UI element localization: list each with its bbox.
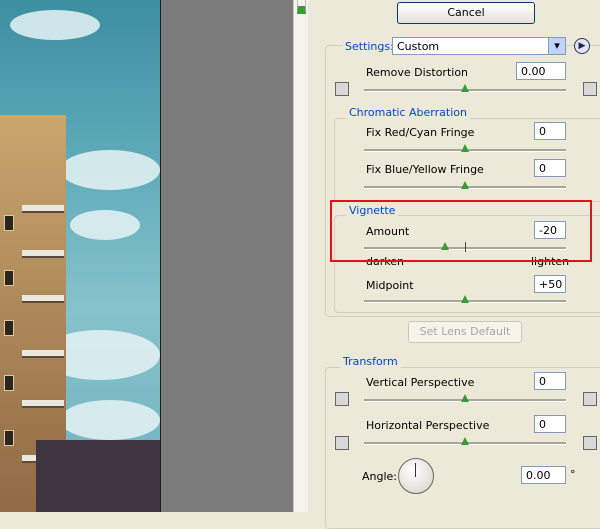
vertical-perspective-thumb[interactable] [461,394,469,402]
barrel-distortion-icon[interactable] [335,82,349,96]
lower-building [36,440,160,512]
cancel-button[interactable]: Cancel [397,2,535,24]
angle-unit: ° [570,468,576,481]
chevron-down-icon[interactable]: ▾ [548,38,565,54]
settings-value: Custom [397,40,440,53]
remove-distortion-label: Remove Distortion [366,66,469,79]
remove-distortion-thumb[interactable] [461,84,469,92]
highlight-box [330,200,592,262]
remove-distortion-field[interactable]: 0.00 [516,62,566,80]
vertical-perspective-field[interactable]: 0 [534,372,566,390]
set-lens-default-button[interactable]: Set Lens Default [408,321,522,343]
vertical-perspective-right-icon[interactable] [583,392,597,406]
horizontal-perspective-label: Horizontal Perspective [366,419,490,432]
horizontal-perspective-field[interactable]: 0 [534,415,566,433]
image-preview[interactable] [0,0,160,512]
vertical-perspective-left-icon[interactable] [335,392,349,406]
vertical-perspective-label: Vertical Perspective [366,376,475,389]
blue-yellow-label: Fix Blue/Yellow Fringe [366,163,484,176]
chromatic-aberration-title: Chromatic Aberration [346,106,470,119]
canvas-background [161,0,293,512]
red-cyan-label: Fix Red/Cyan Fringe [366,126,475,139]
transform-title: Transform [340,355,401,368]
horizontal-perspective-thumb[interactable] [461,437,469,445]
transform-group [325,367,600,529]
vignette-midpoint-label: Midpoint [366,279,414,292]
vignette-midpoint-field[interactable]: +50 [534,275,566,293]
red-cyan-field[interactable]: 0 [534,122,566,140]
pincushion-icon[interactable] [583,82,597,96]
blue-yellow-thumb[interactable] [461,181,469,189]
blue-yellow-field[interactable]: 0 [534,159,566,177]
settings-dropdown[interactable]: Custom ▾ [392,37,566,55]
red-cyan-thumb[interactable] [461,144,469,152]
horizontal-perspective-right-icon[interactable] [583,436,597,450]
angle-field[interactable]: 0.00 [521,466,566,484]
horizontal-perspective-left-icon[interactable] [335,436,349,450]
angle-dial[interactable] [398,458,434,494]
vignette-midpoint-thumb[interactable] [461,295,469,303]
scrollbar[interactable] [293,0,308,512]
settings-menu-icon[interactable]: ▶ [574,38,590,54]
settings-label: Settings: [343,40,396,53]
angle-label: Angle: [362,470,398,483]
